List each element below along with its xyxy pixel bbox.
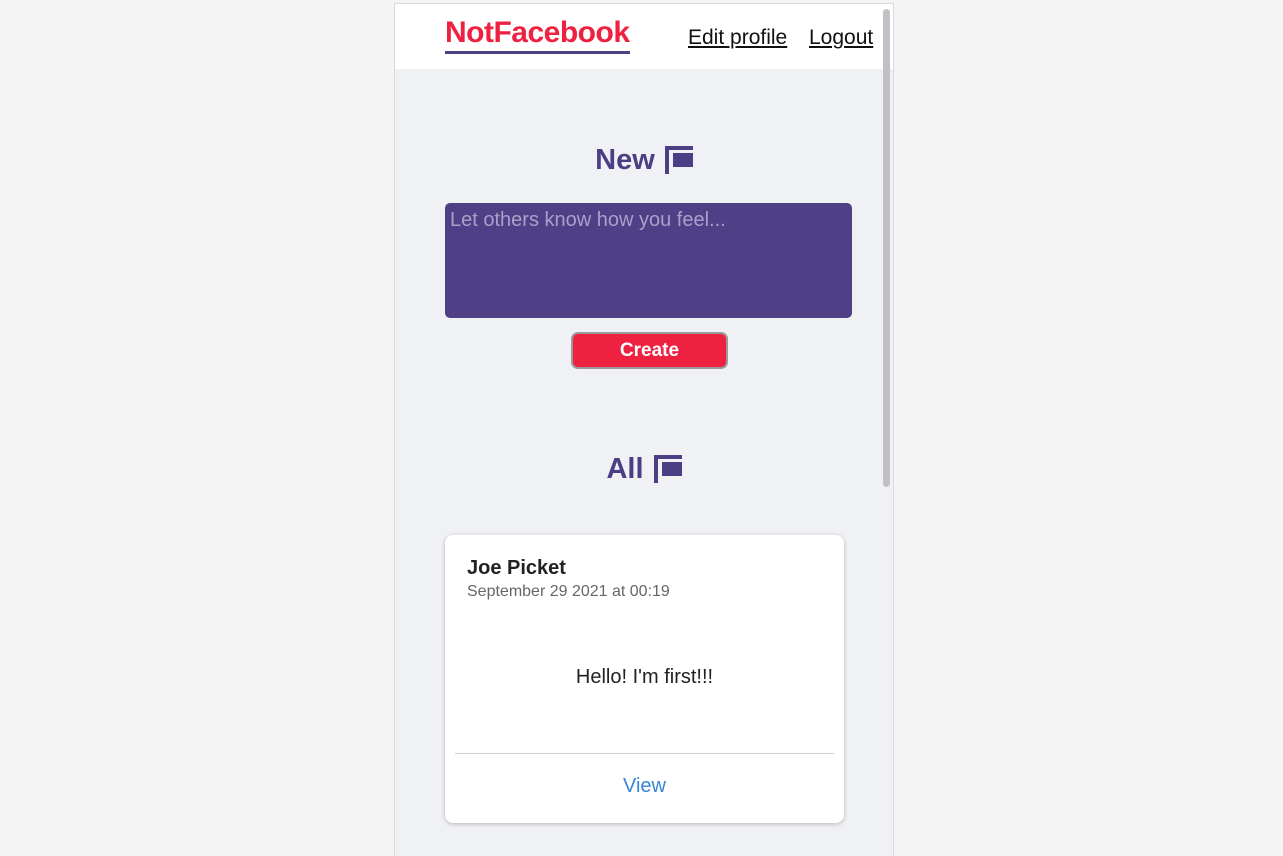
new-post-title: New <box>595 144 655 176</box>
new-post-input[interactable] <box>445 203 852 318</box>
logo[interactable]: NotFacebook <box>445 16 630 54</box>
scrollbar-thumb[interactable] <box>883 9 890 487</box>
create-button[interactable]: Create <box>571 332 728 369</box>
flag-icon <box>664 146 693 174</box>
app-viewport: NotFacebook Edit profile Logout New Crea… <box>394 3 894 856</box>
logout-link[interactable]: Logout <box>809 25 873 51</box>
new-post-heading: New <box>395 143 893 177</box>
post-body: Hello! I'm first!!! <box>575 666 714 688</box>
flag-icon <box>653 455 682 483</box>
all-posts-title: All <box>606 453 644 485</box>
post-timestamp: September 29 2021 at 00:19 <box>467 583 670 600</box>
top-navbar: NotFacebook Edit profile Logout <box>395 4 893 69</box>
post-author: Joe Picket <box>467 557 566 579</box>
card-divider <box>455 753 834 754</box>
view-post-link[interactable]: View <box>445 775 844 798</box>
edit-profile-link[interactable]: Edit profile <box>688 25 787 51</box>
post-card: Joe Picket September 29 2021 at 00:19 He… <box>445 535 844 823</box>
all-posts-heading: All <box>395 452 893 486</box>
